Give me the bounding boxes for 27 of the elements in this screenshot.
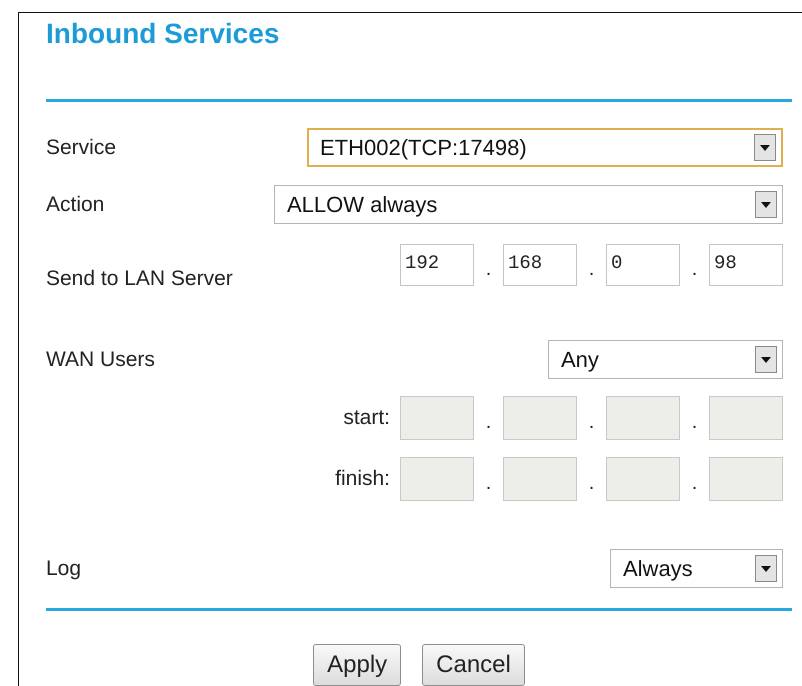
field-label: finish: bbox=[335, 467, 390, 491]
dot-separator: . bbox=[588, 410, 596, 434]
dropdown-select[interactable]: ALLOW always bbox=[274, 185, 783, 224]
dot-separator: . bbox=[690, 470, 698, 494]
dot-separator: . bbox=[588, 256, 596, 280]
dropdown-select[interactable]: Always bbox=[610, 549, 783, 588]
dropdown-select[interactable]: ETH002(TCP:17498) bbox=[307, 128, 783, 167]
field-label: Service bbox=[46, 136, 116, 160]
dot-separator: . bbox=[484, 256, 492, 280]
ip-octet-field[interactable]: 168 bbox=[503, 244, 577, 286]
ip-octet-field[interactable]: 98 bbox=[709, 244, 783, 286]
apply-button[interactable]: Apply bbox=[313, 644, 402, 686]
field-label: start: bbox=[343, 406, 390, 430]
ip-octet-field[interactable]: 0 bbox=[606, 244, 680, 286]
field-label: WAN Users bbox=[46, 348, 155, 372]
dot-separator: . bbox=[690, 256, 698, 280]
page-title: Inbound Services bbox=[46, 17, 280, 51]
dropdown-select[interactable]: Any bbox=[548, 340, 783, 379]
field-label: Action bbox=[46, 192, 104, 216]
dot-separator: . bbox=[484, 410, 492, 434]
dot-separator: . bbox=[690, 410, 698, 434]
field-label: Send to LAN Server bbox=[46, 268, 233, 292]
cancel-button[interactable]: Cancel bbox=[422, 644, 525, 686]
ip-octet-field[interactable]: 192 bbox=[400, 244, 474, 286]
dot-separator: . bbox=[484, 470, 492, 494]
dot-separator: . bbox=[588, 470, 596, 494]
field-label: Log bbox=[46, 556, 82, 580]
